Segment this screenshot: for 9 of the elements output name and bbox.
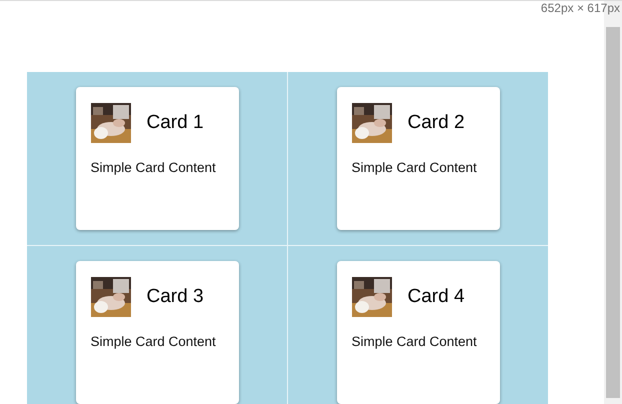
card-title: Card 4 (408, 286, 465, 308)
card-title: Card 2 (408, 112, 465, 134)
card-text: Simple Card Content (352, 334, 478, 349)
card-title: Card 1 (146, 112, 204, 134)
card-text: Simple Card Content (90, 334, 217, 349)
card-text: Simple Card Content (90, 160, 217, 175)
card-text: Simple Card Content (352, 160, 478, 175)
card-title: Card 3 (146, 286, 204, 308)
viewport-size-label: 652px × 617px (540, 1, 620, 15)
